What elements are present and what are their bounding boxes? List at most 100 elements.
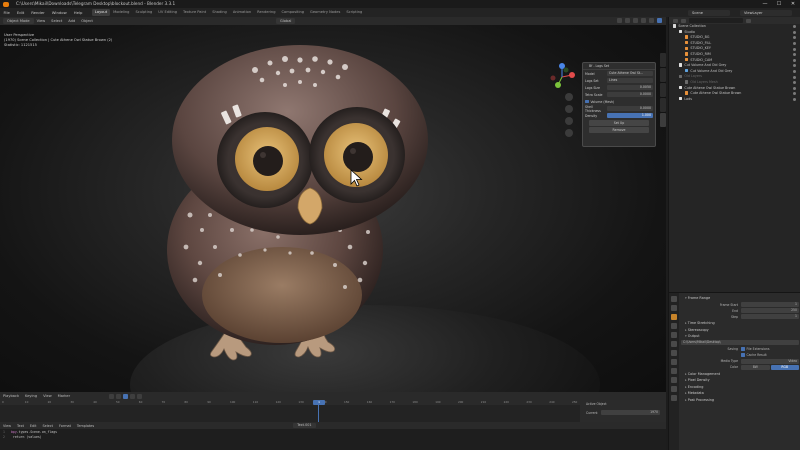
checkbox[interactable] xyxy=(741,347,745,351)
view-layer-selector[interactable]: ViewLayer xyxy=(740,9,792,16)
property-field[interactable]: 1 xyxy=(741,302,799,308)
jump-start-icon[interactable] xyxy=(109,393,115,399)
overlay-icon[interactable] xyxy=(617,18,622,23)
physics-tab-icon[interactable] xyxy=(671,368,677,374)
outliner-search-input[interactable] xyxy=(689,18,743,23)
text-menu-view[interactable]: View xyxy=(0,424,14,428)
model-field[interactable]: Cute Athene Owl St... xyxy=(607,71,653,76)
tab-geometry-nodes[interactable]: Geometry Nodes xyxy=(307,9,343,16)
mode-dropdown[interactable]: Object Mode xyxy=(3,18,34,24)
visibility-eye-icon[interactable] xyxy=(793,70,796,74)
next-keyframe-icon[interactable] xyxy=(130,393,136,399)
sidebar-tab-tool[interactable] xyxy=(660,68,666,82)
wireframe-shading-icon[interactable] xyxy=(633,18,638,23)
tab-animation[interactable]: Animation xyxy=(230,9,254,16)
visibility-eye-icon[interactable] xyxy=(793,58,796,62)
tool-tab-icon[interactable] xyxy=(671,296,677,302)
visibility-eye-icon[interactable] xyxy=(793,47,796,51)
modifier-tab-icon[interactable] xyxy=(671,359,677,365)
volume-checkbox[interactable] xyxy=(585,99,589,104)
visibility-eye-icon[interactable] xyxy=(793,81,796,85)
data-tab-icon[interactable] xyxy=(671,386,677,392)
panel-section-header[interactable]: Post Processing xyxy=(681,397,799,404)
tab-texture-paint[interactable]: Texture Paint xyxy=(180,9,209,16)
viewport-menu-add[interactable]: Add xyxy=(65,19,78,23)
jump-end-icon[interactable] xyxy=(137,393,143,399)
text-menu-text[interactable]: Text xyxy=(14,424,27,428)
constraint-tab-icon[interactable] xyxy=(671,377,677,383)
output-tab-icon[interactable] xyxy=(671,314,677,320)
timeline-menu-marker[interactable]: Marker xyxy=(55,394,73,398)
render-tab-icon[interactable] xyxy=(671,305,677,311)
material-shading-icon[interactable] xyxy=(649,18,654,23)
property-field[interactable]: 250 xyxy=(741,308,799,314)
viewport-menu-object[interactable]: Object xyxy=(78,19,96,23)
editor-type-icon[interactable] xyxy=(673,18,678,23)
navigation-gizmo-icon[interactable] xyxy=(548,63,576,91)
density-field[interactable]: 1.000 xyxy=(607,113,653,118)
menu-window[interactable]: Window xyxy=(48,10,70,15)
text-menu-format[interactable]: Format xyxy=(56,424,74,428)
color-mode-option[interactable]: BW xyxy=(741,364,770,370)
text-menu-select[interactable]: Select xyxy=(39,424,55,428)
pan-icon[interactable] xyxy=(565,105,573,113)
zoom-icon[interactable] xyxy=(565,93,573,101)
xray-icon[interactable] xyxy=(625,18,630,23)
current-frame-indicator[interactable]: 1 xyxy=(313,400,325,405)
3d-viewport[interactable]: User Perspective (1970) Scene Collection… xyxy=(0,25,666,392)
viewport-menu-view[interactable]: View xyxy=(34,19,49,23)
outliner-item[interactable]: Lods xyxy=(669,97,800,103)
scene-tab-icon[interactable] xyxy=(671,332,677,338)
menu-help[interactable]: Help xyxy=(70,10,86,15)
viewport-menu-select[interactable]: Select xyxy=(48,19,65,23)
property-field[interactable]: 1 xyxy=(741,314,799,320)
text-menu-edit[interactable]: Edit xyxy=(27,424,40,428)
sidebar-tab-item[interactable] xyxy=(660,53,666,67)
visibility-eye-icon[interactable] xyxy=(793,53,796,57)
output-path-field[interactable]: C:\Users\Mikail\Desktop\ xyxy=(681,340,799,346)
visibility-eye-icon[interactable] xyxy=(793,92,796,96)
tab-modeling[interactable]: Modeling xyxy=(110,9,132,16)
tab-shading[interactable]: Shading xyxy=(209,9,230,16)
logs-set-field[interactable]: Lines xyxy=(607,78,653,83)
visibility-eye-icon[interactable] xyxy=(793,86,796,90)
view-layer-tab-icon[interactable] xyxy=(671,323,677,329)
tab-scripting[interactable]: Scripting xyxy=(343,9,365,16)
menu-render[interactable]: Render xyxy=(28,10,49,15)
object-tab-icon[interactable] xyxy=(671,350,677,356)
scene-selector[interactable]: Scene xyxy=(688,9,730,16)
maximize-button[interactable]: ☐ xyxy=(772,0,786,8)
tab-uv-editing[interactable]: UV Editing xyxy=(155,9,180,16)
rendered-shading-icon[interactable] xyxy=(657,18,662,23)
menu-file[interactable]: File xyxy=(0,10,13,15)
shell-thickness-field[interactable]: 0.0000 xyxy=(607,106,653,111)
tetra-scale-field[interactable]: 0.0000 xyxy=(607,92,653,97)
visibility-eye-icon[interactable] xyxy=(793,75,796,79)
sidebar-tab-edit[interactable] xyxy=(660,98,666,112)
visibility-eye-icon[interactable] xyxy=(793,64,796,68)
tab-layout[interactable]: Layout xyxy=(91,9,111,16)
display-mode-icon[interactable] xyxy=(681,18,686,23)
property-field[interactable]: Video xyxy=(741,358,799,364)
visibility-eye-icon[interactable] xyxy=(793,25,796,29)
visibility-eye-icon[interactable] xyxy=(793,30,796,34)
timeline-menu-playback[interactable]: Playback xyxy=(0,394,22,398)
text-editor-area[interactable]: 1 bpy.types.Scene.cm_flags 2 return (valu… xyxy=(0,429,666,450)
close-button[interactable]: ✕ xyxy=(786,0,800,8)
timeline-ruler[interactable]: 0102030405060708090100110120130140150160… xyxy=(0,400,580,405)
text-menu-templates[interactable]: Templates xyxy=(74,424,97,428)
visibility-eye-icon[interactable] xyxy=(793,98,796,102)
timeline-menu-view[interactable]: View xyxy=(40,394,55,398)
color-mode-option[interactable]: RGB xyxy=(770,364,799,370)
sidebar-tab-view[interactable] xyxy=(660,83,666,97)
menu-edit[interactable]: Edit xyxy=(13,10,27,15)
visibility-eye-icon[interactable] xyxy=(793,42,796,46)
orientation-dropdown[interactable]: Global xyxy=(275,18,296,24)
current-frame-field[interactable]: 1970 xyxy=(600,410,660,415)
tab-sculpting[interactable]: Sculpting xyxy=(132,9,155,16)
logs-size-field[interactable]: 0.0050 xyxy=(607,85,653,90)
visibility-eye-icon[interactable] xyxy=(793,36,796,40)
filter-icon[interactable] xyxy=(746,18,751,23)
text-datablock-field[interactable]: Text.001 xyxy=(293,423,316,428)
material-tab-icon[interactable] xyxy=(671,395,677,401)
